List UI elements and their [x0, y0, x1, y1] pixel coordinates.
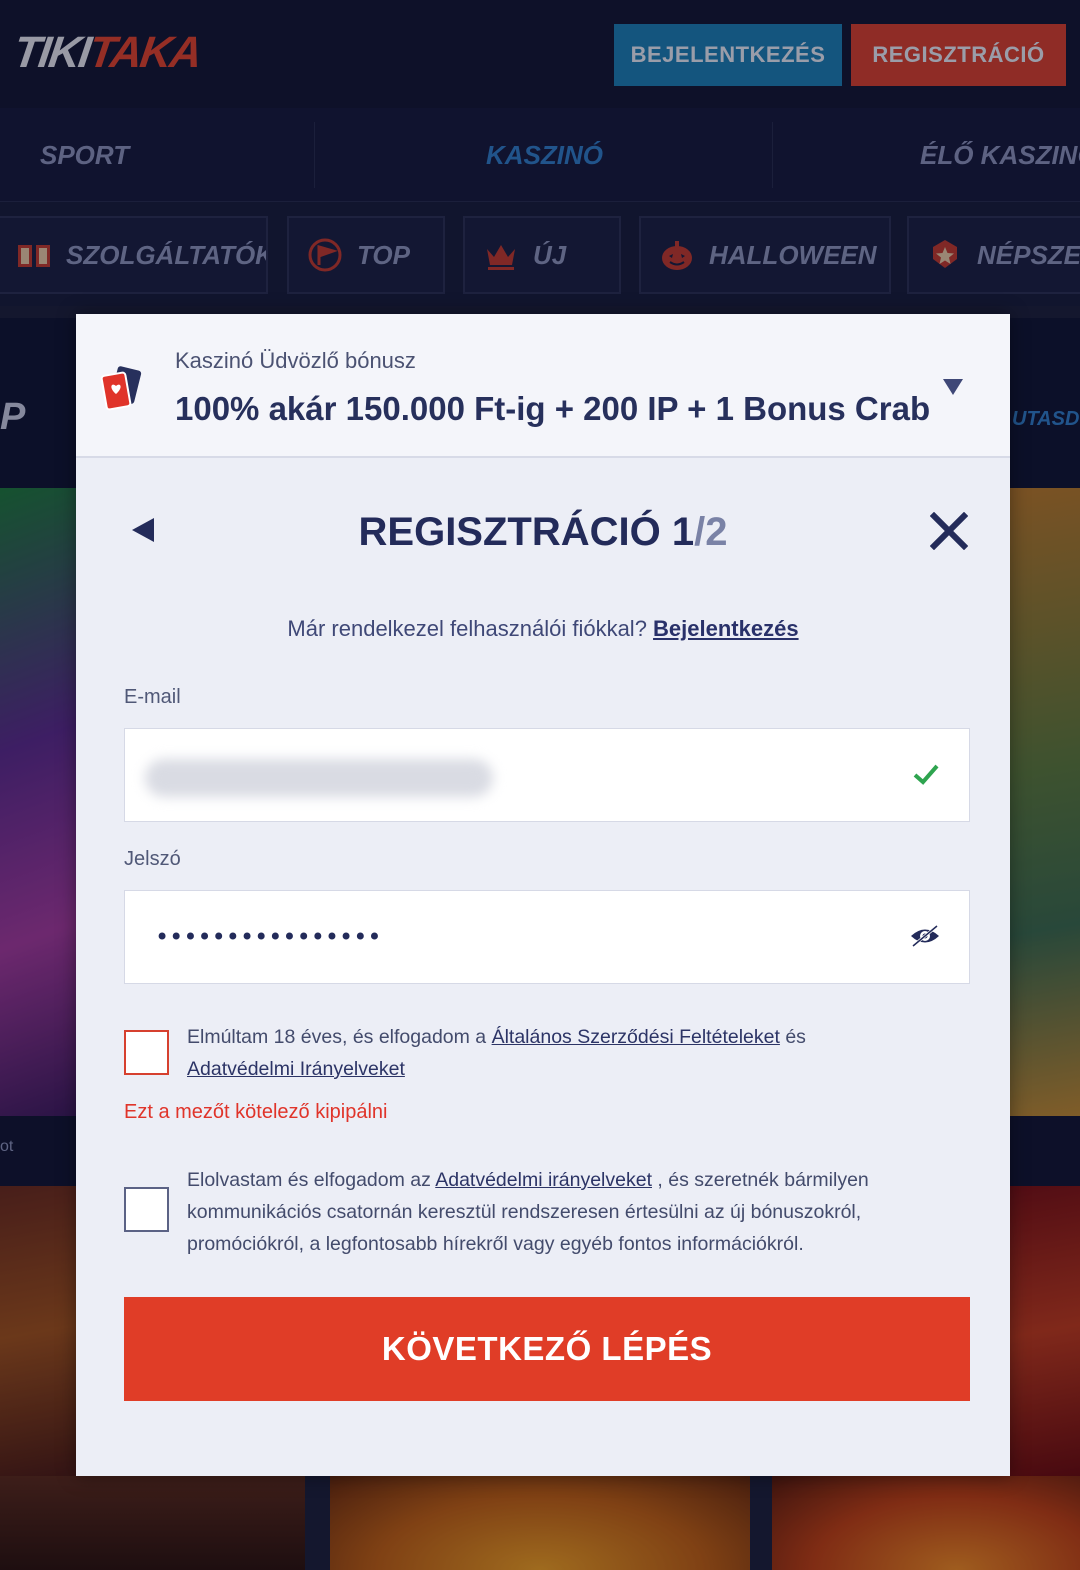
- password-label: Jelszó: [124, 848, 181, 870]
- cards-icon: [100, 366, 142, 411]
- terms-link[interactable]: Általános Szerződési Feltételeket: [492, 1026, 780, 1048]
- login-link[interactable]: Bejelentkezés: [653, 616, 799, 641]
- marketing-text-part: Elolvastam és elfogadom az: [187, 1169, 436, 1191]
- terms-text: Elmúltam 18 éves, és elfogadom a Általán…: [187, 1021, 907, 1085]
- form-title: REGISZTRÁCIÓ 1/2: [76, 510, 1010, 555]
- password-input[interactable]: [155, 891, 875, 983]
- bonus-subtitle: Kaszinó Üdvözlő bónusz: [175, 348, 416, 373]
- eye-hidden-icon[interactable]: [909, 923, 941, 949]
- bonus-title: 100% akár 150.000 Ft-ig + 200 IP + 1 Bon…: [175, 390, 931, 427]
- bonus-selector[interactable]: Kaszinó Üdvözlő bónusz 100% akár 150.000…: [76, 314, 1010, 458]
- close-icon[interactable]: [930, 512, 968, 550]
- terms-error-message: Ezt a mezőt kötelező kipipálni: [124, 1101, 388, 1123]
- password-field[interactable]: [124, 890, 970, 984]
- form-header: REGISZTRÁCIÓ 1/2: [76, 502, 1010, 562]
- login-prompt-text: Már rendelkezel felhasználói fiókkal?: [287, 616, 654, 641]
- terms-text-part: és: [779, 1026, 806, 1048]
- registration-modal: Kaszinó Üdvözlő bónusz 100% akár 150.000…: [76, 314, 1010, 1476]
- form-title-step: /2: [694, 510, 728, 554]
- terms-text-part: Elmúltam 18 éves, és elfogadom a: [187, 1026, 492, 1048]
- chevron-down-icon[interactable]: [942, 378, 964, 396]
- email-label: E-mail: [124, 686, 181, 708]
- login-prompt: Már rendelkezel felhasználói fiókkal? Be…: [76, 616, 1010, 642]
- privacy-link[interactable]: Adatvédelmi Irányelveket: [187, 1058, 405, 1080]
- email-field[interactable]: [124, 728, 970, 822]
- marketing-checkbox[interactable]: [124, 1187, 169, 1232]
- check-icon: [913, 764, 939, 785]
- terms-checkbox[interactable]: [124, 1030, 169, 1075]
- marketing-privacy-link[interactable]: Adatvédelmi irányelveket: [435, 1169, 652, 1191]
- email-input[interactable]: [155, 729, 875, 821]
- form-title-main: REGISZTRÁCIÓ 1: [358, 510, 695, 554]
- next-step-button[interactable]: KÖVETKEZŐ LÉPÉS: [124, 1297, 970, 1401]
- marketing-text: Elolvastam és elfogadom az Adatvédelmi i…: [187, 1164, 917, 1260]
